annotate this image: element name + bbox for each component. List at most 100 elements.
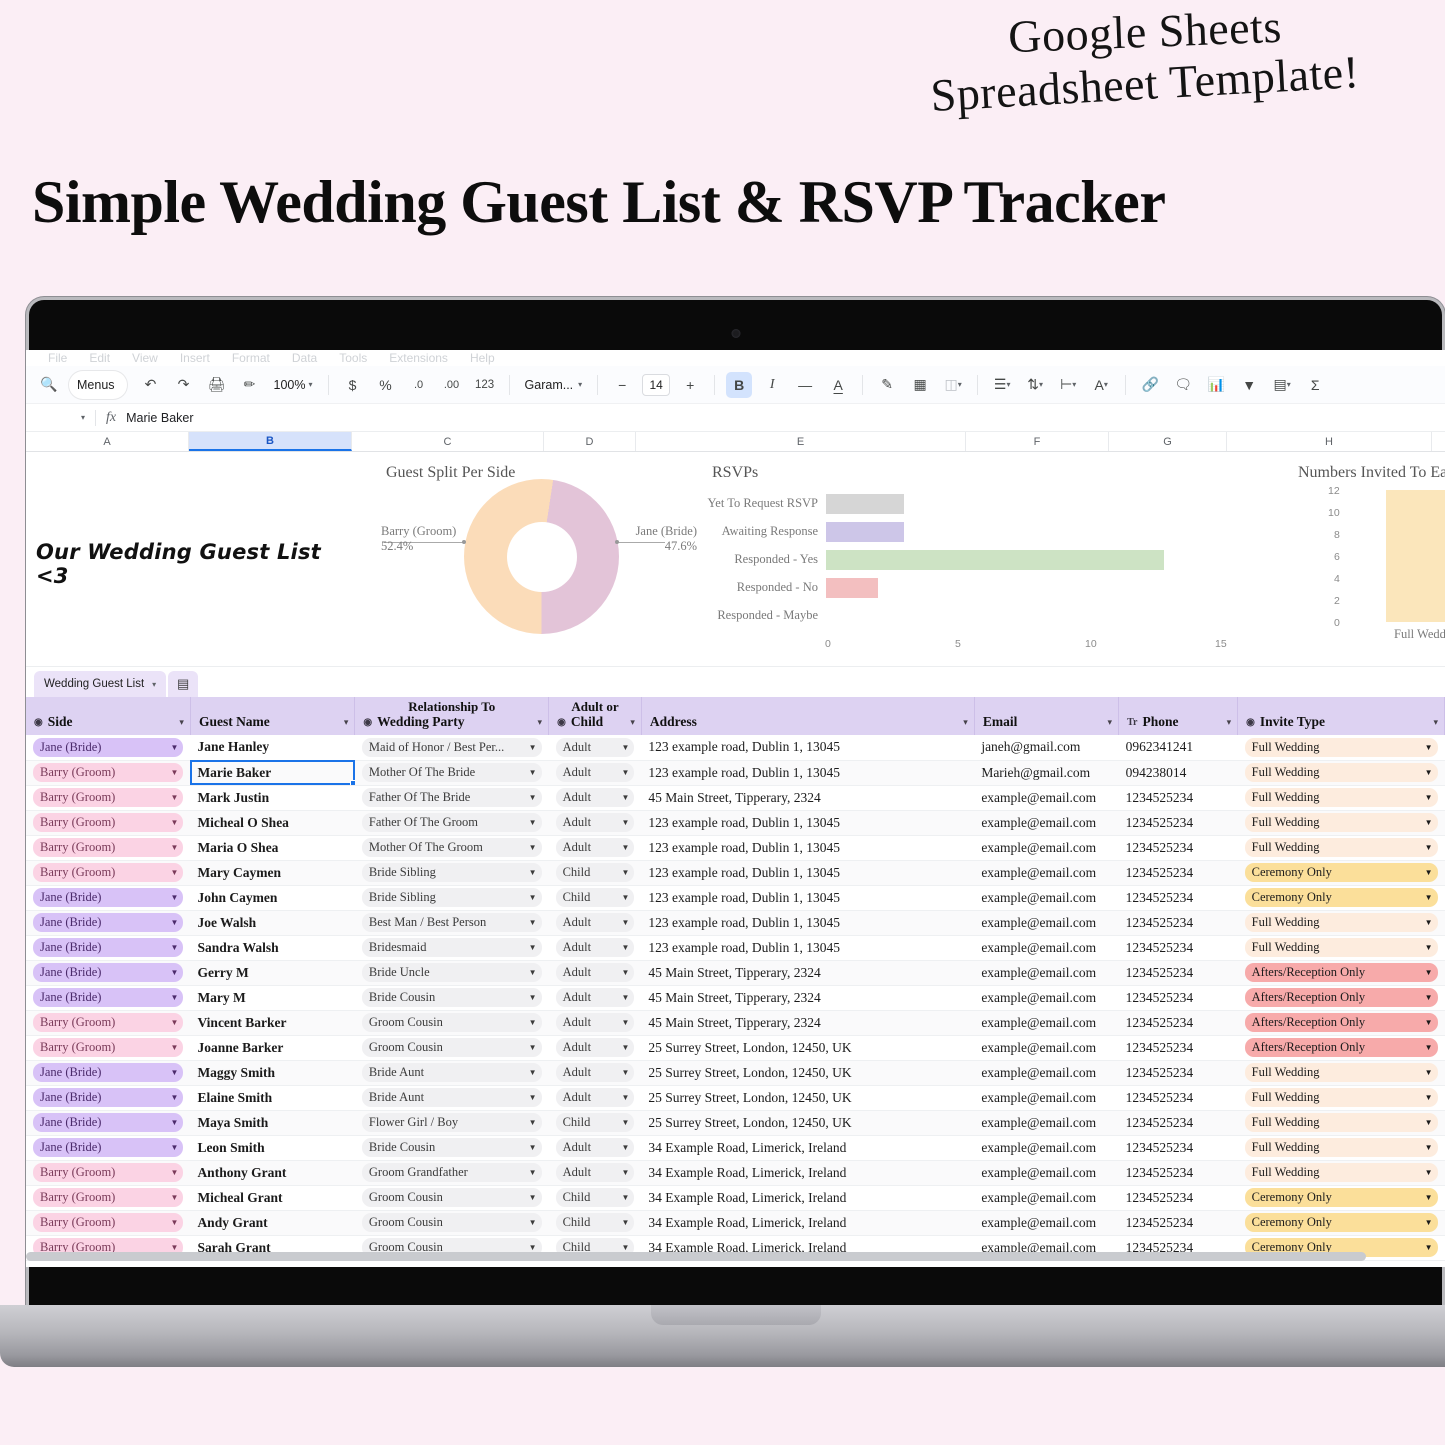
table-row[interactable]: Jane (Bride) ▼ Joe Walsh Best Man / Best… [26, 910, 1445, 936]
cell-invite-type[interactable]: Full Wedding ▼ [1237, 1085, 1445, 1111]
cell-phone[interactable]: 1234525234 [1118, 1185, 1238, 1211]
cell-adult-child[interactable]: Child ▼ [548, 885, 642, 911]
menu-edit[interactable]: Edit [89, 351, 110, 365]
side-dropdown[interactable]: Jane (Bride) ▼ [33, 1063, 184, 1082]
relationship-dropdown[interactable]: Best Man / Best Person ▼ [361, 913, 542, 932]
adult-child-dropdown[interactable]: Adult ▼ [555, 813, 635, 832]
cell-guest-name[interactable]: Micheal Grant [190, 1185, 355, 1211]
cell-relationship[interactable]: Groom Cousin ▼ [354, 1185, 549, 1211]
cell-email[interactable]: janeh@gmail.com [974, 735, 1119, 761]
column-header-C[interactable]: C [352, 432, 544, 451]
column-header-F[interactable]: F [966, 432, 1109, 451]
cell-adult-child[interactable]: Adult ▼ [548, 835, 642, 861]
table-row[interactable]: Barry (Groom) ▼ Anthony Grant Groom Gran… [26, 1160, 1445, 1186]
table-row[interactable]: Jane (Bride) ▼ Sandra Walsh Bridesmaid ▼… [26, 935, 1445, 961]
cell-invite-type[interactable]: Full Wedding ▼ [1237, 1135, 1445, 1161]
invite-type-dropdown[interactable]: Afters/Reception Only ▼ [1244, 988, 1438, 1007]
side-dropdown[interactable]: Barry (Groom) ▼ [33, 788, 184, 807]
relationship-dropdown[interactable]: Flower Girl / Boy ▼ [361, 1113, 542, 1132]
invite-type-dropdown[interactable]: Full Wedding ▼ [1244, 788, 1438, 807]
cell-guest-name[interactable]: Mark Justin [190, 785, 355, 811]
adult-child-dropdown[interactable]: Child ▼ [555, 863, 635, 882]
cell-adult-child[interactable]: Adult ▼ [548, 910, 642, 936]
cell-address[interactable]: 34 Example Road, Limerick, Ireland [641, 1135, 975, 1161]
adult-child-dropdown[interactable]: Adult ▼ [555, 913, 635, 932]
column-header-email[interactable]: Email ▾ [974, 697, 1120, 735]
invite-type-dropdown[interactable]: Afters/Reception Only ▼ [1244, 1038, 1438, 1057]
cell-phone[interactable]: 1234525234 [1118, 810, 1238, 836]
relationship-dropdown[interactable]: Groom Grandfather ▼ [361, 1163, 542, 1182]
cell-guest-name[interactable]: Anthony Grant [190, 1160, 355, 1186]
cell-invite-type[interactable]: Ceremony Only ▼ [1237, 1185, 1445, 1211]
table-row[interactable]: Jane (Bride) ▼ Mary M Bride Cousin ▼ Adu… [26, 985, 1445, 1011]
cell-invite-type[interactable]: Full Wedding ▼ [1237, 785, 1445, 811]
cell-invite-type[interactable]: Ceremony Only ▼ [1237, 885, 1445, 911]
menu-help[interactable]: Help [470, 351, 495, 365]
filter-icon[interactable]: ◉ [34, 717, 43, 728]
table-row[interactable]: Jane (Bride) ▼ Leon Smith Bride Cousin ▼… [26, 1135, 1445, 1161]
relationship-dropdown[interactable]: Bridesmaid ▼ [361, 938, 542, 957]
cell-side[interactable]: Jane (Bride) ▼ [26, 735, 191, 761]
cell-address[interactable]: 25 Surrey Street, London, 12450, UK [641, 1110, 975, 1136]
cell-phone[interactable]: 1234525234 [1118, 835, 1238, 861]
side-dropdown[interactable]: Jane (Bride) ▼ [33, 737, 184, 757]
cell-adult-child[interactable]: Adult ▼ [548, 1085, 642, 1111]
formula-input[interactable]: Marie Baker [126, 411, 193, 425]
percent-format-button[interactable]: % [373, 372, 399, 398]
relationship-dropdown[interactable]: Bride Uncle ▼ [361, 963, 542, 982]
adult-child-dropdown[interactable]: Child ▼ [555, 1188, 635, 1207]
cell-adult-child[interactable]: Adult ▼ [548, 1160, 642, 1186]
adult-child-dropdown[interactable]: Adult ▼ [555, 1163, 635, 1182]
cell-adult-child[interactable]: Adult ▼ [548, 760, 642, 786]
cell-phone[interactable]: 1234525234 [1118, 785, 1238, 811]
cell-email[interactable]: example@email.com [974, 835, 1119, 861]
cell-relationship[interactable]: Father Of The Groom ▼ [354, 810, 549, 836]
invite-type-dropdown[interactable]: Ceremony Only ▼ [1244, 1213, 1438, 1232]
cell-address[interactable]: 45 Main Street, Tipperary, 2324 [641, 785, 975, 811]
cell-guest-name[interactable]: Mary M [190, 985, 355, 1011]
cell-side[interactable]: Barry (Groom) ▼ [26, 760, 191, 786]
cell-relationship[interactable]: Father Of The Bride ▼ [354, 785, 549, 811]
side-dropdown[interactable]: Barry (Groom) ▼ [33, 1188, 184, 1207]
cell-address[interactable]: 34 Example Road, Limerick, Ireland [641, 1160, 975, 1186]
column-header-adult_child[interactable]: Adult or ◉ Child ▾ [548, 697, 642, 735]
cell-address[interactable]: 45 Main Street, Tipperary, 2324 [641, 1010, 975, 1036]
cell-address[interactable]: 45 Main Street, Tipperary, 2324 [641, 985, 975, 1011]
insert-link-icon[interactable]: 🔗 [1137, 372, 1163, 398]
side-dropdown[interactable]: Jane (Bride) ▼ [33, 938, 184, 957]
cell-invite-type[interactable]: Full Wedding ▼ [1237, 935, 1445, 961]
text-rotation-icon[interactable]: A ▾ [1088, 372, 1114, 398]
insert-comment-icon[interactable]: 🗨 [1170, 372, 1196, 398]
table-row[interactable]: Barry (Groom) ▼ Micheal Grant Groom Cous… [26, 1185, 1445, 1211]
table-row[interactable]: Barry (Groom) ▼ Micheal O Shea Father Of… [26, 810, 1445, 836]
cell-email[interactable]: example@email.com [974, 1185, 1119, 1211]
cell-relationship[interactable]: Bridesmaid ▼ [354, 935, 549, 961]
cell-adult-child[interactable]: Adult ▼ [548, 735, 642, 761]
cell-phone[interactable]: 1234525234 [1118, 1060, 1238, 1086]
cell-guest-name[interactable]: Sandra Walsh [190, 935, 355, 961]
cell-email[interactable]: example@email.com [974, 960, 1119, 986]
relationship-dropdown[interactable]: Bride Sibling ▼ [361, 863, 542, 882]
table-row[interactable]: Barry (Groom) ▼ Vincent Barker Groom Cou… [26, 1010, 1445, 1036]
cell-address[interactable]: 123 example road, Dublin 1, 13045 [641, 860, 975, 886]
column-header-A[interactable]: A [26, 432, 189, 451]
cell-relationship[interactable]: Bride Cousin ▼ [354, 985, 549, 1011]
invite-type-dropdown[interactable]: Full Wedding ▼ [1244, 913, 1438, 932]
side-dropdown[interactable]: Barry (Groom) ▼ [33, 838, 184, 857]
chevron-down-icon[interactable]: ▾ [963, 717, 968, 728]
cell-side[interactable]: Jane (Bride) ▼ [26, 1135, 191, 1161]
relationship-dropdown[interactable]: Father Of The Bride ▼ [361, 788, 542, 807]
cell-side[interactable]: Barry (Groom) ▼ [26, 785, 191, 811]
cell-side[interactable]: Jane (Bride) ▼ [26, 1110, 191, 1136]
column-header-relationship[interactable]: Relationship To ◉ Wedding Party ▾ [354, 697, 550, 735]
cell-invite-type[interactable]: Full Wedding ▼ [1237, 835, 1445, 861]
invite-type-dropdown[interactable]: Full Wedding ▼ [1244, 838, 1438, 857]
relationship-dropdown[interactable]: Bride Cousin ▼ [361, 988, 542, 1007]
invite-type-dropdown[interactable]: Full Wedding ▼ [1244, 737, 1438, 757]
cell-side[interactable]: Jane (Bride) ▼ [26, 910, 191, 936]
side-dropdown[interactable]: Jane (Bride) ▼ [33, 1113, 184, 1132]
filter-icon[interactable]: ◉ [557, 717, 566, 728]
cell-adult-child[interactable]: Child ▼ [548, 1185, 642, 1211]
cell-guest-name[interactable]: Vincent Barker [190, 1010, 355, 1036]
cell-side[interactable]: Barry (Groom) ▼ [26, 1185, 191, 1211]
